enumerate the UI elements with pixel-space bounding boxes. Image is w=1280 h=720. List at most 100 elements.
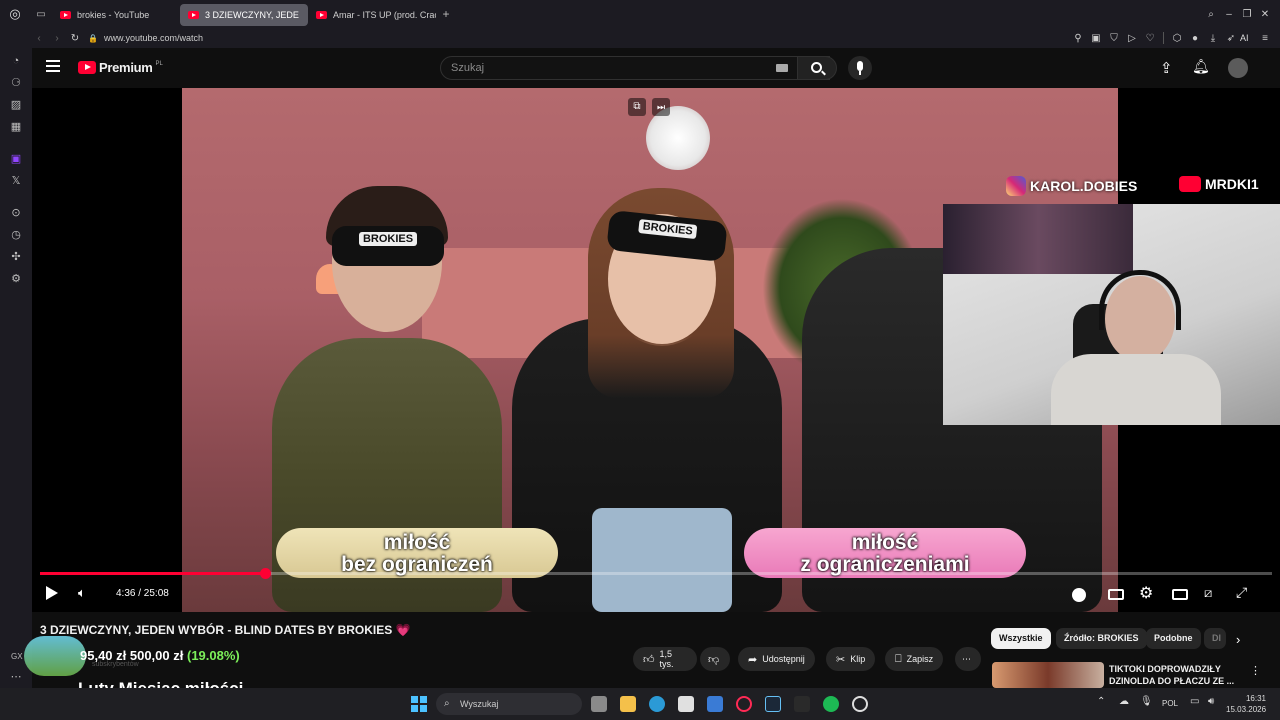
more-icon[interactable]: ⋯ [9, 670, 23, 684]
sleep-mask-left: BROKIES [332, 226, 444, 266]
video-player[interactable]: BROKIES BROKIES miłość bez ograniczeń mi… [32, 88, 1280, 612]
browser-menu-icon[interactable]: ◎ [0, 6, 30, 22]
tray-display-icon[interactable]: ▭ [1190, 696, 1199, 707]
speed-dial-icon[interactable]: ◔ [9, 54, 23, 68]
menu-icon[interactable]: ≡ [1256, 33, 1274, 44]
cast-icon[interactable]: ⧄ [1204, 585, 1212, 601]
store-icon[interactable] [678, 696, 694, 712]
upload-icon[interactable]: ⇪ [1160, 59, 1173, 77]
subtitles-icon[interactable] [1108, 589, 1124, 600]
clock[interactable]: 16:31 15.03.2026 [1226, 693, 1266, 715]
logo-region: PL [155, 60, 163, 67]
chip-truncated[interactable]: Dl [1204, 628, 1226, 649]
share-button[interactable]: ➦ Udostępnij [738, 647, 815, 671]
spotify-icon[interactable] [823, 696, 839, 712]
tab-amar[interactable]: Amar - ITS UP (prod. Crac [308, 4, 436, 26]
tray-mic-icon[interactable]: 🎙︎ [1140, 696, 1153, 707]
start-icon[interactable] [411, 696, 427, 712]
chip-related[interactable]: Podobne [1146, 628, 1201, 649]
close-window-icon[interactable]: ✕ [1256, 9, 1274, 20]
streamer-webcam [943, 204, 1280, 425]
hamburger-icon[interactable] [46, 60, 60, 72]
bookmarks-icon[interactable]: ⚆ [9, 76, 23, 90]
taskbar-search[interactable]: ⌕ Wyszukaj [436, 693, 582, 715]
extensions-icon[interactable]: ⬡ [1168, 33, 1186, 44]
shield-icon[interactable]: ⛉ [1105, 33, 1123, 44]
play-button[interactable] [46, 586, 58, 600]
new-tab-button[interactable]: + [436, 7, 456, 21]
restore-icon[interactable]: ❐ [1238, 9, 1256, 20]
search-tabs-icon[interactable]: ⌕ [1202, 9, 1220, 20]
keyboard-icon[interactable] [776, 64, 788, 72]
player-icon[interactable]: ⊙ [9, 206, 23, 220]
clip-button[interactable]: ✂ Klip [826, 647, 876, 671]
search-button[interactable] [797, 56, 837, 80]
task-view-icon[interactable] [591, 696, 607, 712]
minimize-icon[interactable]: – [1220, 9, 1238, 20]
recommended-menu-icon[interactable]: ⋮ [1250, 664, 1261, 677]
reload-icon[interactable]: ↻ [66, 33, 84, 44]
chatgpt-icon[interactable] [852, 696, 868, 712]
chip-all[interactable]: Wszystkie [991, 628, 1051, 649]
autoplay-toggle[interactable] [1072, 588, 1086, 602]
tray-volume-icon[interactable]: 🔊︎ [1208, 696, 1214, 707]
ai-button[interactable]: AI [1240, 33, 1256, 43]
dislike-button[interactable]: 👎︎ [700, 647, 730, 671]
miniplayer-button[interactable] [1172, 589, 1188, 600]
twitch-icon[interactable]: ▣ [9, 152, 23, 166]
volume-icon[interactable]: 🔈︎ [78, 585, 86, 601]
gx-label: GX [11, 652, 23, 661]
search-input[interactable]: Szukaj [440, 56, 830, 80]
recommended-thumbnail[interactable] [992, 662, 1104, 688]
next-overlay-icon[interactable]: ⏭ [652, 98, 670, 116]
messenger-icon[interactable]: ▦ [9, 120, 23, 134]
voice-search-button[interactable] [848, 56, 872, 80]
profile-icon[interactable]: ● [1186, 33, 1204, 44]
send-icon[interactable]: ➶ [1222, 33, 1240, 44]
forward-icon[interactable]: › [48, 33, 66, 44]
tab-workspaces-icon[interactable]: ▭ [30, 9, 52, 20]
steam-icon[interactable] [765, 696, 781, 712]
youtube-logo-icon [78, 61, 96, 74]
download-icon[interactable]: ⤓ [1204, 33, 1222, 44]
progress-bar[interactable] [40, 568, 1272, 579]
settings-icon[interactable]: ⚙ [1139, 583, 1153, 603]
more-actions-button[interactable]: ⋯ [955, 647, 981, 671]
back-icon[interactable]: ‹ [30, 33, 48, 44]
play-icon[interactable]: ▷ [1123, 33, 1141, 44]
caption-pill-right: miłość z ograniczeniami [744, 528, 1026, 578]
epic-games-icon[interactable] [794, 696, 810, 712]
lang-indicator[interactable]: POL [1162, 699, 1178, 708]
pin-icon[interactable]: ⚲ [1069, 33, 1087, 44]
miniplayer-icon[interactable]: ⧉ [628, 98, 646, 116]
like-button[interactable]: 👍︎ 1,5 tys. [633, 647, 697, 671]
history-panel-icon[interactable]: ▨ [9, 98, 23, 112]
chips-next-icon[interactable]: › [1236, 632, 1240, 647]
edge-icon[interactable] [649, 696, 665, 712]
settings-gear-icon[interactable]: ⚙ [9, 272, 23, 286]
webcam-headphones [1099, 270, 1181, 330]
opera-gx-icon[interactable] [736, 696, 752, 712]
tab-current-video[interactable]: 3 DZIEWCZYNY, JEDE [180, 4, 308, 26]
app-icon[interactable] [707, 696, 723, 712]
clock-icon[interactable]: ◷ [9, 228, 23, 242]
file-explorer-icon[interactable] [620, 696, 636, 712]
tray-network-icon[interactable]: ☁ [1119, 696, 1129, 707]
avatar[interactable] [1228, 58, 1248, 78]
heart-icon[interactable]: ♡ [1141, 33, 1159, 44]
tab-brokies[interactable]: brokies - YouTube [52, 4, 180, 26]
save-button[interactable]: ⎕ Zapisz [885, 647, 944, 671]
url-field[interactable]: www.youtube.com/watch [104, 33, 203, 43]
snapshot-icon[interactable]: ▣ [1087, 33, 1105, 44]
puzzle-icon[interactable]: ✣ [9, 250, 23, 264]
recommended-title[interactable]: TIKTOKI DOPROWADZIŁY DZINOLDA DO PŁACZU … [1109, 663, 1234, 687]
chip-source[interactable]: Źródło: BROKIES [1056, 628, 1147, 649]
fullscreen-icon[interactable]: ⤢ [1236, 584, 1247, 601]
tab-label: brokies - YouTube [77, 10, 150, 20]
time-display: 4:36 / 25:08 [116, 588, 169, 599]
x-icon[interactable]: 𝕏 [9, 174, 23, 188]
tray-chevron-icon[interactable]: ⌃ [1097, 696, 1105, 707]
mic-icon [857, 61, 863, 71]
notifications-bell-icon[interactable]: 🔔︎ [1192, 58, 1210, 75]
youtube-logo[interactable]: Premium PL [78, 60, 163, 75]
